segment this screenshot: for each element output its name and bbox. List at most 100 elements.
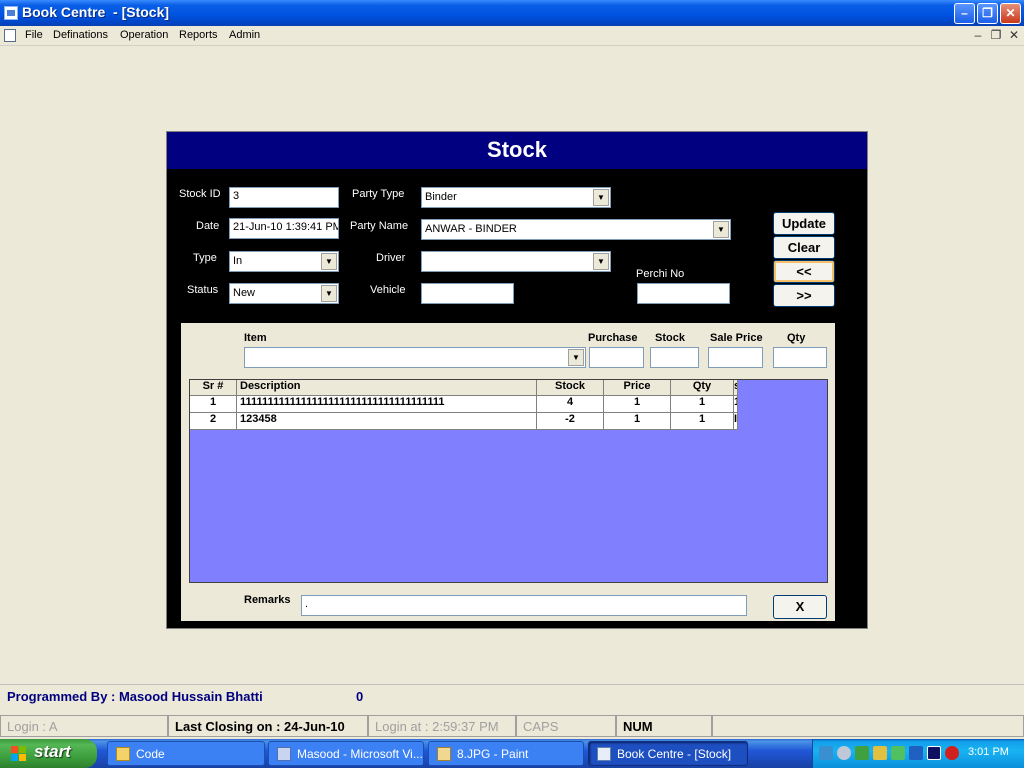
party-name-combo[interactable]: ANWAR - BINDER ▼ bbox=[421, 219, 731, 240]
party-type-value: Binder bbox=[425, 191, 457, 203]
grid-header-s[interactable]: s bbox=[734, 380, 738, 396]
folder-icon bbox=[116, 747, 130, 761]
party-type-combo[interactable]: Binder ▼ bbox=[421, 187, 611, 208]
table-row-2-price[interactable]: 1 bbox=[604, 413, 671, 430]
tray-app-icon[interactable] bbox=[855, 746, 869, 760]
table-row-1-stock[interactable]: 4 bbox=[537, 396, 604, 413]
next-button[interactable]: >> bbox=[773, 284, 835, 307]
grid-header-sr[interactable]: Sr # bbox=[190, 380, 237, 396]
status-combo[interactable]: New ▼ bbox=[229, 283, 339, 304]
driver-combo[interactable]: ▼ bbox=[421, 251, 611, 272]
purchase-label: Purchase bbox=[588, 332, 638, 344]
grid-header-stock[interactable]: Stock bbox=[537, 380, 604, 396]
sale-price-label: Sale Price bbox=[710, 332, 763, 344]
task-paint[interactable]: 8.JPG - Paint bbox=[428, 741, 584, 766]
network-icon[interactable] bbox=[819, 746, 833, 760]
window-title: Book Centre - [Stock] bbox=[22, 4, 170, 20]
item-combo[interactable]: ▼ bbox=[244, 347, 586, 368]
restore-icon[interactable]: ❐ bbox=[977, 3, 998, 24]
table-row-2-qty[interactable]: 1 bbox=[671, 413, 734, 430]
remarks-field[interactable]: . bbox=[301, 595, 747, 616]
type-combo[interactable]: In ▼ bbox=[229, 251, 339, 272]
update-button[interactable]: Update bbox=[773, 212, 835, 235]
tray-app-icon[interactable] bbox=[909, 746, 923, 760]
vehicle-field[interactable] bbox=[421, 283, 514, 304]
status-panel-empty bbox=[712, 715, 1024, 737]
qty-field[interactable] bbox=[773, 347, 827, 368]
start-button[interactable]: start bbox=[0, 739, 97, 768]
driver-label: Driver bbox=[376, 252, 406, 264]
table-row-2-sr[interactable]: 2 bbox=[190, 413, 237, 430]
record-count: 0 bbox=[356, 689, 364, 704]
task-label: 8.JPG - Paint bbox=[457, 747, 529, 761]
type-value: In bbox=[233, 255, 243, 267]
menu-definations[interactable]: Definations bbox=[53, 29, 108, 41]
qty-label: Qty bbox=[787, 332, 806, 344]
chevron-down-icon[interactable]: ▼ bbox=[593, 253, 609, 270]
stock-field[interactable] bbox=[650, 347, 699, 368]
table-row-2-description[interactable]: 123458 bbox=[237, 413, 537, 430]
purchase-field[interactable] bbox=[589, 347, 644, 368]
child-close-icon[interactable]: ✕ bbox=[1007, 28, 1021, 42]
perchi-no-field[interactable] bbox=[637, 283, 730, 304]
perchi-no-label: Perchi No bbox=[636, 268, 685, 280]
visual-basic-icon bbox=[277, 747, 291, 761]
chevron-down-icon[interactable]: ▼ bbox=[321, 285, 337, 302]
grid-header-price[interactable]: Price bbox=[604, 380, 671, 396]
clock[interactable]: 3:01 PM bbox=[968, 746, 1009, 758]
party-name-value: ANWAR - BINDER bbox=[425, 223, 517, 235]
table-row-2-stock[interactable]: -2 bbox=[537, 413, 604, 430]
task-visual-basic[interactable]: Masood - Microsoft Vi... bbox=[268, 741, 424, 766]
stock-id-field[interactable]: 3 bbox=[229, 187, 339, 208]
grid-header-description[interactable]: Description bbox=[237, 380, 537, 396]
child-restore-icon[interactable]: ❐ bbox=[989, 28, 1003, 42]
clear-button[interactable]: Clear bbox=[773, 236, 835, 259]
system-tray: 3:01 PM bbox=[812, 739, 1024, 768]
table-row-1-s[interactable]: 1 bbox=[734, 396, 738, 413]
tray-app-icon[interactable] bbox=[891, 746, 905, 760]
document-icon[interactable] bbox=[4, 29, 16, 42]
paint-icon bbox=[437, 747, 451, 761]
task-label: Masood - Microsoft Vi... bbox=[297, 747, 423, 761]
stock-label: Stock bbox=[655, 332, 685, 344]
menu-admin[interactable]: Admin bbox=[229, 29, 260, 41]
monitor-icon[interactable] bbox=[927, 746, 941, 760]
task-book-centre[interactable]: Book Centre - [Stock] bbox=[588, 741, 748, 766]
vehicle-label: Vehicle bbox=[370, 284, 406, 296]
last-closing-status: Last Closing on : 24-Jun-10 bbox=[168, 715, 368, 737]
status-value: New bbox=[233, 287, 256, 299]
programmer-credit: Programmed By : Masood Hussain Bhatti bbox=[7, 689, 263, 704]
menu-reports[interactable]: Reports bbox=[179, 29, 218, 41]
minimize-icon[interactable]: – bbox=[954, 3, 975, 24]
date-field[interactable]: 21-Jun-10 1:39:41 PM bbox=[229, 218, 339, 239]
table-row-1-sr[interactable]: 1 bbox=[190, 396, 237, 413]
security-icon[interactable] bbox=[945, 746, 959, 760]
party-name-label: Party Name bbox=[350, 220, 409, 232]
close-form-button[interactable]: X bbox=[773, 595, 827, 619]
child-minimize-icon[interactable]: – bbox=[971, 28, 985, 42]
table-row-2-s[interactable]: I bbox=[734, 413, 738, 430]
menu-operation[interactable]: Operation bbox=[120, 29, 168, 41]
login-time-status: Login at : 2:59:37 PM bbox=[368, 715, 516, 737]
chevron-down-icon[interactable]: ▼ bbox=[568, 349, 584, 366]
app-icon bbox=[597, 747, 611, 761]
sale-price-field[interactable] bbox=[708, 347, 763, 368]
chevron-down-icon[interactable]: ▼ bbox=[713, 221, 729, 238]
task-code[interactable]: Code bbox=[107, 741, 265, 766]
table-row-1-description[interactable]: 1111111111111111111111111111111111111 bbox=[237, 396, 537, 413]
table-row-1-price[interactable]: 1 bbox=[604, 396, 671, 413]
grid-header-qty[interactable]: Qty bbox=[671, 380, 734, 396]
chevron-down-icon[interactable]: ▼ bbox=[593, 189, 609, 206]
title-bar[interactable]: Book Centre - [Stock] – ❐ ✕ bbox=[0, 0, 1024, 26]
date-label: Date bbox=[196, 220, 220, 232]
tray-app-icon[interactable] bbox=[873, 746, 887, 760]
volume-icon[interactable] bbox=[837, 746, 851, 760]
menu-file[interactable]: File bbox=[25, 29, 43, 41]
table-row-1-qty[interactable]: 1 bbox=[671, 396, 734, 413]
close-icon[interactable]: ✕ bbox=[1000, 3, 1021, 24]
app-icon[interactable] bbox=[4, 6, 18, 20]
chevron-down-icon[interactable]: ▼ bbox=[321, 253, 337, 270]
status-label: Status bbox=[187, 284, 219, 296]
previous-button[interactable]: << bbox=[773, 260, 835, 283]
taskbar: start Code Masood - Microsoft Vi... 8.JP… bbox=[0, 739, 1024, 768]
